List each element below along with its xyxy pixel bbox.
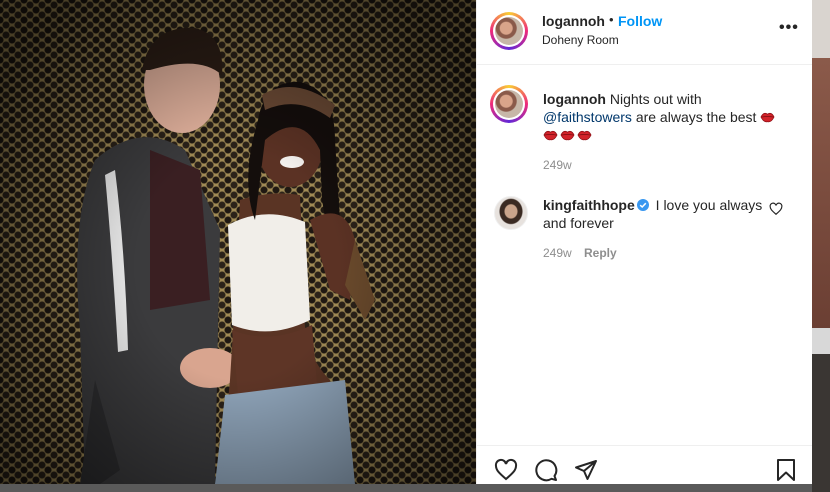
caption-text-after: are always the best [635,109,757,125]
photo-vignette [0,0,476,484]
reply-button[interactable]: Reply [584,246,617,260]
post-actions-bar [477,445,813,485]
kiss-mark-emoji-icon [760,112,775,123]
author-avatar[interactable] [490,12,528,50]
caption-author-avatar[interactable] [490,85,528,123]
caption-username[interactable]: logannoh [543,91,606,107]
kiss-mark-emoji-icon [560,130,575,141]
caption-text-before: Nights out with [609,91,702,107]
post-location[interactable]: Doheny Room [542,33,619,47]
caption-mention[interactable]: @faithstowers [543,109,632,125]
verified-badge-icon [636,199,649,211]
post-header: logannoh • Follow Doheny Room ••• [477,0,813,65]
paper-plane-icon[interactable] [574,458,598,482]
post-side-panel: logannoh • Follow Doheny Room ••• logann… [476,0,813,484]
follow-button[interactable]: Follow [618,13,662,29]
comment: kingfaithhope I love you always and fore… [543,196,773,232]
kiss-mark-emoji-icon [577,130,592,141]
background-bottom-strip [0,484,812,492]
post-caption: logannoh Nights out with @faithstowers a… [543,90,789,144]
commenter-avatar[interactable] [494,196,528,230]
separator-dot: • [609,12,614,27]
heart-outline-icon[interactable] [769,202,783,216]
background-page-strip [812,0,830,492]
heart-outline-icon[interactable] [494,458,518,482]
caption-timestamp[interactable]: 249w [543,158,572,172]
comment-timestamp[interactable]: 249w [543,246,572,260]
post-photo[interactable] [0,0,476,484]
kiss-mark-emoji-icon [543,130,558,141]
author-username[interactable]: logannoh [542,13,605,29]
bookmark-icon[interactable] [774,458,798,482]
more-options-icon[interactable]: ••• [779,20,798,38]
commenter-username[interactable]: kingfaithhope [543,197,635,213]
comment-bubble-icon[interactable] [534,458,558,482]
